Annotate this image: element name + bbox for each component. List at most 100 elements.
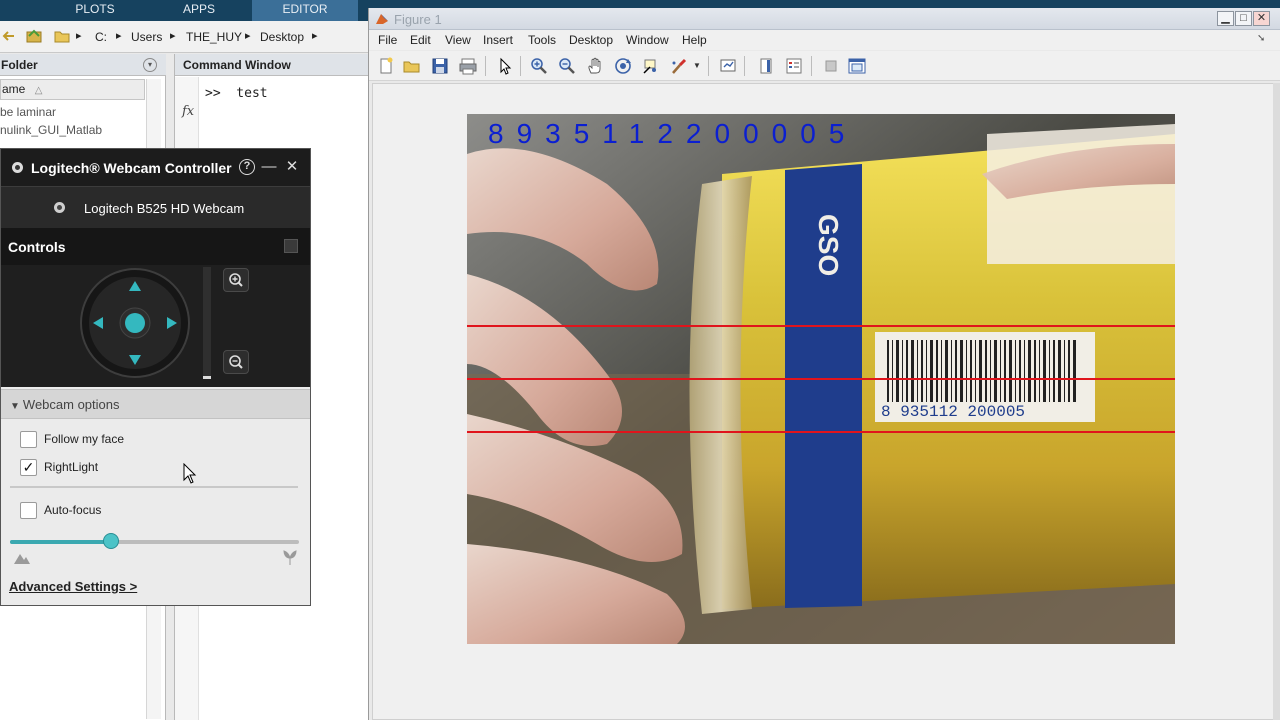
minimize-icon[interactable]: ▁ — [1217, 11, 1234, 26]
pan-tilt-zoom-area — [1, 265, 310, 387]
window-titlebar[interactable]: Figure 1 ▁ □ ✕ — [369, 8, 1280, 30]
zoom-in-icon — [229, 273, 243, 287]
device-selector[interactable]: Logitech B525 HD Webcam — [1, 186, 310, 228]
advanced-settings-link[interactable]: Advanced Settings > — [9, 579, 137, 594]
autofocus-option[interactable]: Auto-focus — [20, 502, 180, 520]
column-header-name[interactable]: ame △ — [0, 79, 145, 100]
tab-plots[interactable]: PLOTS — [58, 0, 132, 21]
figure-toolbar: ▼ — [369, 51, 1280, 81]
rightlight-checkbox[interactable]: ✓ — [20, 459, 37, 476]
follow-face-option[interactable]: Follow my face — [20, 431, 180, 449]
autofocus-checkbox[interactable] — [20, 502, 37, 519]
zoom-in-button[interactable] — [223, 268, 249, 292]
menu-bar: File Edit View Insert Tools Desktop Wind… — [369, 30, 1280, 50]
toolbar-separator — [520, 56, 521, 76]
menu-insert[interactable]: Insert — [483, 33, 513, 47]
focus-slider-thumb[interactable] — [103, 533, 120, 549]
zoom-slider[interactable] — [203, 267, 211, 379]
open-file-icon[interactable] — [403, 57, 421, 75]
path-separator: ▸ — [245, 30, 251, 42]
webcam-icon — [12, 162, 23, 173]
dropdown-arrow-icon[interactable]: ▼ — [693, 61, 701, 70]
mouse-cursor-icon — [183, 463, 197, 484]
edit-plot-pointer-icon[interactable] — [496, 57, 514, 75]
controls-header: Controls — [1, 228, 310, 265]
menu-edit[interactable]: Edit — [410, 33, 431, 47]
window-title: Logitech® Webcam Controller — [31, 160, 232, 176]
window-titlebar[interactable]: Logitech® Webcam Controller ? — ✕ — [1, 149, 310, 186]
hide-plot-tools-icon[interactable] — [822, 57, 840, 75]
close-icon[interactable]: ✕ — [1253, 11, 1270, 26]
device-name: Logitech B525 HD Webcam — [84, 201, 245, 216]
menu-help[interactable]: Help — [682, 33, 707, 47]
focus-slider[interactable] — [10, 540, 299, 544]
save-icon[interactable] — [431, 57, 449, 75]
zoom-out-icon[interactable] — [558, 57, 576, 75]
decoded-barcode-text: 8935112200005 — [488, 118, 858, 149]
path-separator: ▸ — [76, 30, 82, 42]
focus-slider-fill — [10, 540, 112, 544]
panel-actions-icon[interactable]: ▾ — [143, 58, 157, 72]
new-figure-icon[interactable] — [377, 57, 395, 75]
path-segment[interactable]: C: — [95, 30, 107, 44]
command-prompt-line[interactable]: >> test — [205, 86, 268, 101]
link-plot-icon[interactable] — [719, 57, 737, 75]
zoom-in-icon[interactable] — [530, 57, 548, 75]
dock-arrow-icon[interactable]: ➘ — [1257, 33, 1265, 44]
sort-icon: △ — [34, 85, 43, 96]
show-plot-tools-icon[interactable] — [848, 57, 866, 75]
rightlight-option[interactable]: ✓ RightLight — [20, 459, 180, 477]
browse-folder-icon[interactable] — [26, 28, 42, 44]
folder-list-item[interactable]: nulink_GUI_Matlab — [0, 121, 145, 139]
matlab-logo-icon — [376, 14, 388, 24]
follow-face-checkbox[interactable] — [20, 431, 37, 448]
column-header-label: ame — [2, 82, 26, 96]
panel-title: Command Window — [175, 54, 371, 76]
back-icon[interactable] — [0, 28, 16, 44]
insert-legend-icon[interactable] — [785, 57, 803, 75]
path-separator: ▸ — [116, 30, 122, 42]
menu-desktop[interactable]: Desktop — [569, 33, 613, 47]
pan-hand-icon[interactable] — [586, 57, 604, 75]
webcam-frame-image: 8 935112 200005 GSO — [467, 114, 1175, 644]
menu-window[interactable]: Window — [626, 33, 669, 47]
zoom-slider-thumb[interactable] — [203, 376, 211, 379]
rotate-3d-icon[interactable] — [614, 57, 632, 75]
close-icon[interactable]: ✕ — [284, 159, 300, 175]
print-icon[interactable] — [459, 57, 477, 75]
vertical-scrollbar[interactable] — [1273, 83, 1280, 720]
insert-colorbar-icon[interactable] — [757, 57, 775, 75]
toolbar-separator — [708, 56, 709, 76]
folder-icon — [54, 31, 70, 43]
function-browser-icon[interactable]: fx — [182, 104, 194, 119]
folder-list-item[interactable]: be laminar — [0, 103, 145, 121]
brush-data-icon[interactable] — [670, 57, 688, 75]
can-brand-text: GSO — [813, 214, 844, 276]
menu-tools[interactable]: Tools — [528, 33, 556, 47]
path-segment[interactable]: THE_HUY — [186, 30, 242, 44]
zoom-out-button[interactable] — [223, 350, 249, 374]
menu-view[interactable]: View — [445, 33, 471, 47]
autofocus-label: Auto-focus — [44, 503, 102, 517]
window-title: Figure 1 — [394, 12, 442, 27]
help-icon[interactable]: ? — [239, 159, 255, 175]
focus-far-icon — [283, 550, 297, 565]
divider — [10, 486, 298, 488]
maximize-icon[interactable]: □ — [1235, 11, 1252, 26]
tab-apps[interactable]: APPS — [168, 0, 230, 21]
address-bar: ▸ C: ▸ Users ▸ THE_HUY ▸ Desktop ▸ — [0, 21, 370, 53]
pan-tilt-pad[interactable] — [79, 267, 191, 379]
minimize-icon[interactable]: — — [261, 159, 277, 175]
data-cursor-icon[interactable] — [642, 57, 660, 75]
path-segment[interactable]: Desktop — [260, 30, 304, 44]
tab-editor[interactable]: EDITOR — [252, 0, 358, 21]
menu-file[interactable]: File — [378, 33, 397, 47]
webcam-options-header[interactable]: ▼ Webcam options — [1, 389, 310, 419]
path-segment[interactable]: Users — [131, 30, 162, 44]
panel-title: Folder — [0, 54, 166, 76]
can-barcode-text: 8 935112 200005 — [881, 403, 1025, 421]
controls-toggle-button[interactable] — [284, 239, 298, 253]
toolbar-separator — [485, 56, 486, 76]
webcam-options-text: Webcam options — [22, 397, 120, 412]
webcam-icon — [54, 202, 65, 213]
